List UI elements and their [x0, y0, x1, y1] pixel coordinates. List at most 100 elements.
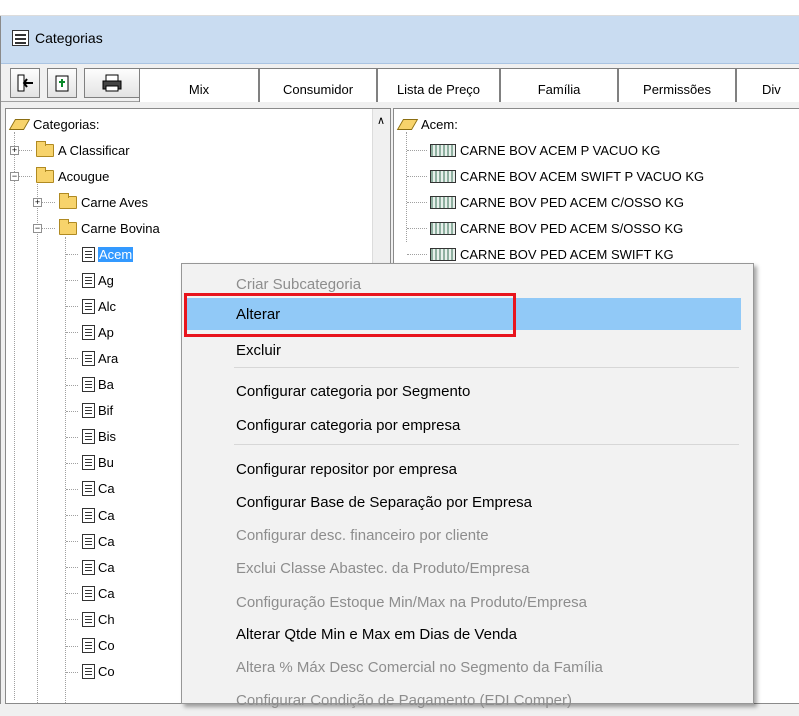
tree-item[interactable]: Acem: [82, 244, 134, 264]
tree-item[interactable]: Ag: [82, 270, 114, 290]
tab-familia[interactable]: Família: [500, 68, 618, 102]
tab-mix[interactable]: Mix: [139, 68, 259, 102]
product-list-header: Acem:: [398, 114, 458, 134]
document-icon: [82, 611, 95, 627]
tree-item[interactable]: Co: [82, 636, 115, 656]
menu-item-label: Configuração Estoque Min/Max na Produto/…: [236, 593, 588, 611]
menu-separator: [234, 444, 739, 445]
expand-icon[interactable]: +: [33, 198, 42, 207]
product-item[interactable]: CARNE BOV ACEM SWIFT P VACUO KG: [430, 166, 704, 186]
product-icon: [430, 169, 456, 183]
menu-item-label: Exclui Classe Abastec. da Produto/Empres…: [236, 559, 530, 577]
tree-item-label: Alc: [98, 298, 117, 314]
tree-item-label: A Classificar: [58, 142, 130, 158]
tree-root[interactable]: Categorias:: [10, 114, 99, 134]
product-list-title: Acem:: [421, 116, 458, 132]
scroll-up-icon[interactable]: ∧: [377, 114, 385, 127]
tree-item[interactable]: Ca: [82, 479, 115, 499]
folder-icon: [36, 140, 54, 157]
menu-item[interactable]: Configurar categoria por empresa: [184, 409, 741, 441]
exit-button[interactable]: [10, 68, 40, 98]
collapse-icon[interactable]: −: [33, 224, 42, 233]
print-icon: [102, 74, 122, 92]
export-button[interactable]: [47, 68, 77, 98]
tree-root-label: Categorias:: [33, 116, 100, 132]
document-icon: [82, 507, 95, 523]
expand-icon[interactable]: +: [10, 146, 19, 155]
window-title: Categorias: [35, 30, 103, 46]
product-icon: [430, 195, 456, 209]
tab-label: Div: [762, 82, 781, 97]
tree-item[interactable]: Ca: [82, 531, 115, 551]
tree-item-label: Acem: [98, 246, 134, 262]
product-item[interactable]: CARNE BOV ACEM P VACUO KG: [430, 140, 660, 160]
print-button[interactable]: [84, 68, 140, 98]
document-icon: [82, 638, 95, 653]
menu-item-label: Configurar categoria por Segmento: [236, 382, 471, 400]
tree-item-label: Co: [98, 664, 115, 680]
tab-consumidor[interactable]: Consumidor: [259, 68, 377, 102]
tree-item[interactable]: Ap: [82, 322, 114, 342]
category-root-icon: [10, 118, 30, 131]
tree-item[interactable]: Ch: [82, 609, 115, 629]
product-item[interactable]: CARNE BOV PED ACEM SWIFT KG: [430, 244, 674, 264]
tree-item[interactable]: Bis: [82, 427, 116, 447]
product-icon: [430, 143, 456, 157]
document-icon: [82, 429, 95, 445]
tree-item[interactable]: Carne Aves: [59, 192, 148, 212]
tree-item[interactable]: Ca: [82, 583, 115, 603]
product-label: CARNE BOV PED ACEM S/OSSO KG: [460, 220, 684, 236]
tree-item[interactable]: Alc: [82, 296, 116, 316]
tab-lista-de-preco[interactable]: Lista de Preço: [377, 68, 500, 102]
tab-label: Família: [537, 82, 581, 97]
tree-item-label: Carne Aves: [81, 194, 148, 210]
tree-item[interactable]: A Classificar: [36, 140, 130, 160]
tree-item[interactable]: Ca: [82, 505, 115, 525]
tab-permissoes[interactable]: Permissões: [618, 68, 736, 102]
folder-icon: [59, 218, 77, 235]
tree-item[interactable]: Acougue: [36, 166, 109, 186]
collapse-icon[interactable]: −: [10, 172, 19, 181]
tab-div[interactable]: Div: [736, 68, 799, 102]
document-icon: [82, 324, 95, 340]
menu-item[interactable]: Alterar Qtde Min e Max em Dias de Venda: [184, 618, 741, 650]
tree-item-label: Ca: [98, 585, 115, 601]
menu-item[interactable]: Configurar desc. financeiro por cliente: [184, 519, 741, 551]
menu-item[interactable]: Configurar Condição de Pagamento (EDI Co…: [184, 684, 741, 716]
tree-item-label: Co: [98, 638, 115, 653]
menu-item-label: Configurar Condição de Pagamento (EDI Co…: [236, 691, 572, 709]
tree-item[interactable]: Co: [82, 662, 115, 682]
menu-item[interactable]: Configuração Estoque Min/Max na Produto/…: [184, 586, 741, 618]
menu-item-label: Excluir: [236, 341, 282, 359]
toolbar: Mix Consumidor Lista de Preço Família Pe…: [1, 64, 799, 102]
menu-item[interactable]: Excluir: [184, 334, 741, 366]
tree-item[interactable]: Carne Bovina: [59, 218, 160, 238]
menu-item-label: Criar Subcategoria: [236, 275, 362, 293]
product-icon: [430, 221, 456, 235]
document-icon: [82, 246, 95, 262]
menu-item[interactable]: Configurar Base de Separação por Empresa: [184, 486, 741, 518]
product-item[interactable]: CARNE BOV PED ACEM S/OSSO KG: [430, 218, 683, 238]
tree-item-label: Carne Bovina: [81, 220, 160, 236]
menu-item[interactable]: Configurar repositor por empresa: [184, 453, 741, 485]
document-icon: [82, 272, 95, 288]
folder-icon: [59, 192, 77, 209]
tree-item[interactable]: Ba: [82, 375, 114, 395]
menu-item[interactable]: Configurar categoria por Segmento: [184, 375, 741, 407]
tree-item[interactable]: Bif: [82, 401, 113, 421]
tree-item-label: Ara: [98, 350, 119, 366]
tree-item[interactable]: Ara: [82, 348, 118, 368]
menu-item[interactable]: Exclui Classe Abastec. da Produto/Empres…: [184, 552, 741, 584]
product-label: CARNE BOV ACEM SWIFT P VACUO KG: [460, 168, 705, 184]
tree-item[interactable]: Ca: [82, 557, 115, 577]
export-icon: [55, 75, 69, 92]
tree-item[interactable]: Bu: [82, 453, 114, 473]
menu-item[interactable]: Altera % Máx Desc Comercial no Segmento …: [184, 651, 741, 683]
tree-item-label: Ba: [98, 377, 114, 392]
tree-item-label: Bu: [98, 455, 114, 471]
tree-item-label: Ca: [98, 481, 115, 497]
product-item[interactable]: CARNE BOV PED ACEM C/OSSO KG: [430, 192, 684, 212]
document-icon: [82, 403, 95, 419]
background-window-strip: [0, 0, 799, 16]
document-icon: [82, 559, 95, 575]
